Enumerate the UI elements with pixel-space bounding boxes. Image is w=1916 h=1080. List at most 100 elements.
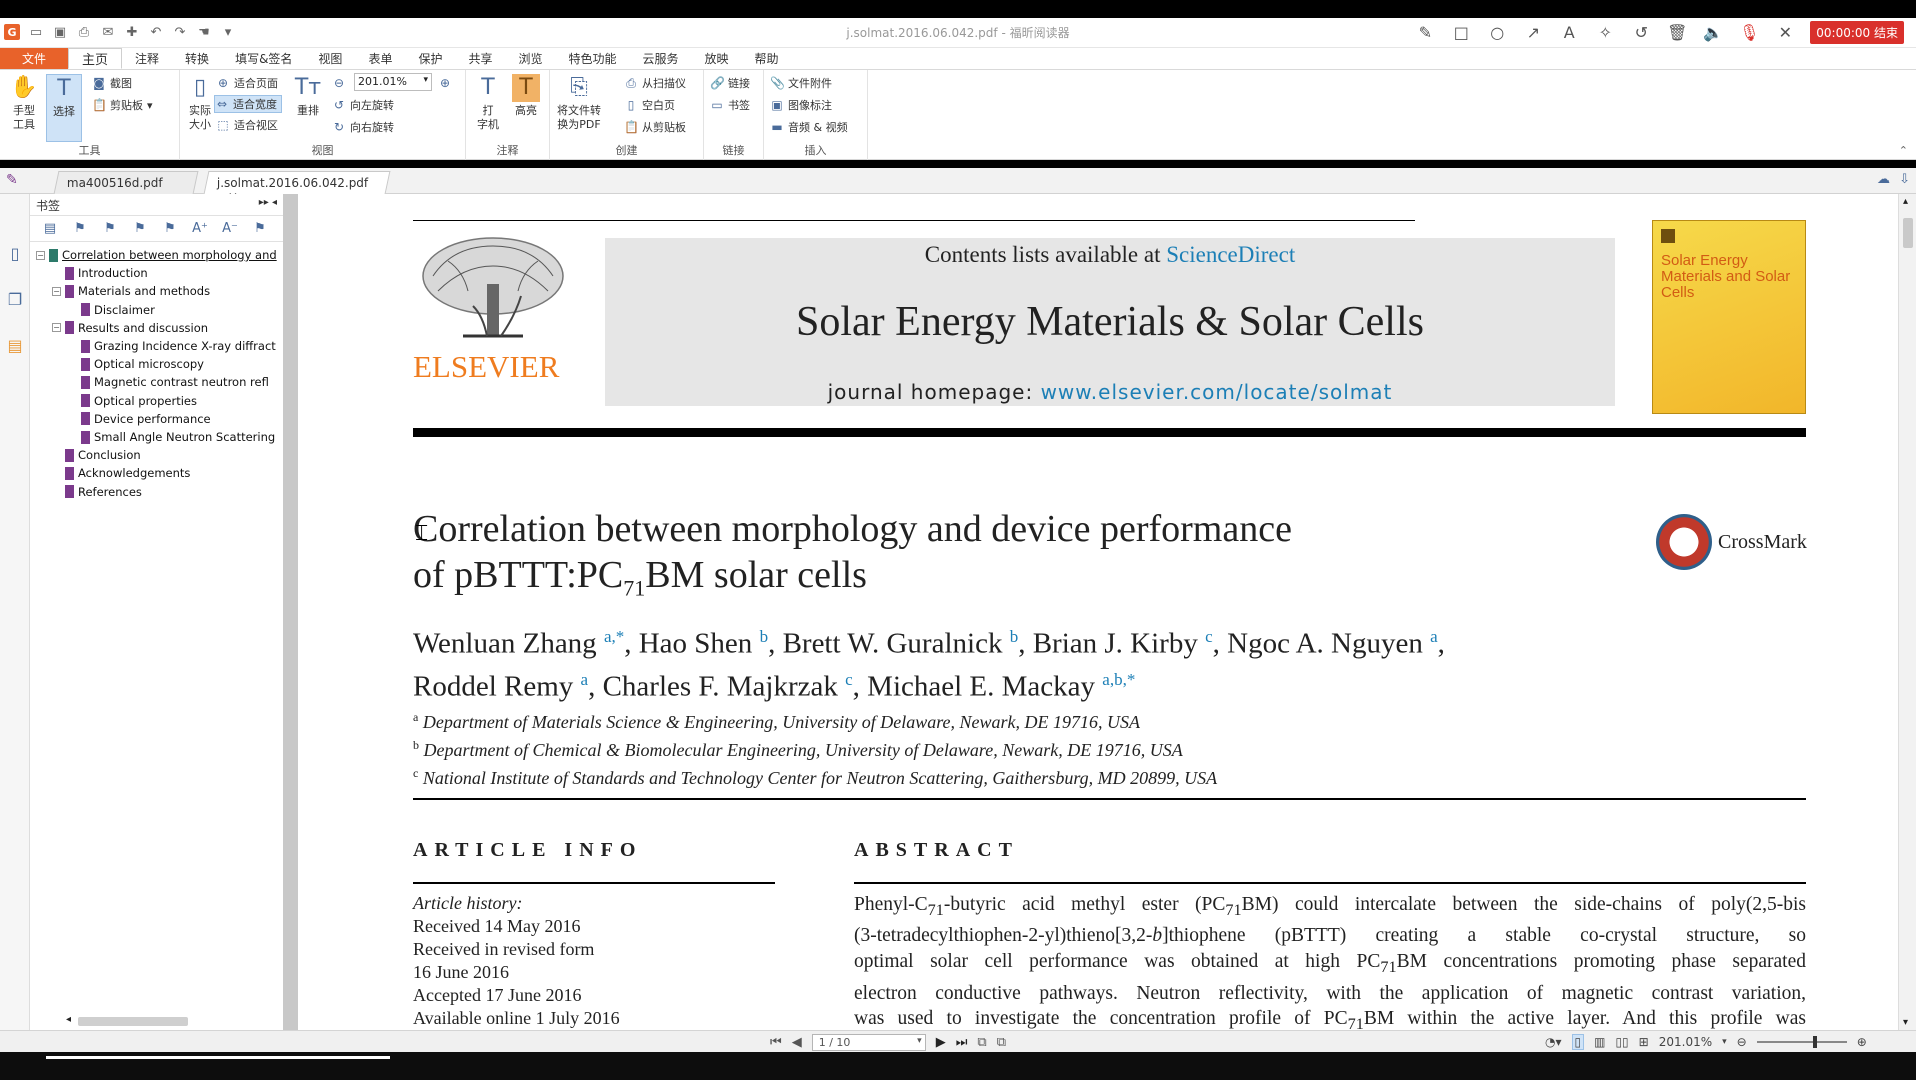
pencil-icon[interactable]: ✎ (1414, 22, 1436, 44)
bookmark-item[interactable]: Grazing Incidence X-ray diffract (68, 337, 278, 355)
bookmarks-panel-icon[interactable]: ▯ (6, 244, 24, 264)
page-dropdown-icon[interactable]: ▾ (917, 1036, 922, 1046)
zoom-dropdown-icon[interactable]: ▾ (423, 75, 428, 85)
expand-toggle-icon[interactable]: − (52, 286, 61, 296)
next-page-icon[interactable]: ▶ (936, 1035, 946, 1050)
bookmark-item[interactable]: Device performance (68, 410, 278, 428)
cloud-icon[interactable]: ☁ (1877, 172, 1890, 187)
bookmark-item[interactable]: Acknowledgements (52, 464, 278, 482)
page-number-input[interactable]: 1 / 10 ▾ (811, 1034, 926, 1051)
continuous-page-icon[interactable]: ▥ (1594, 1035, 1605, 1049)
decrease-text-icon[interactable]: A⁻ (222, 221, 238, 237)
magic-wand-icon[interactable]: ✧ (1594, 22, 1616, 44)
bookmark-item[interactable]: Optical microscopy (68, 355, 278, 373)
author-affiliation-mark[interactable]: c (845, 670, 853, 689)
tab-ma400516d[interactable]: ma400516d.pdf (53, 171, 199, 194)
bookmark-item[interactable]: Disclaimer (68, 301, 278, 319)
bookmark-options-icon[interactable]: ▤ (42, 221, 58, 237)
menu-item-11[interactable]: 云服务 (630, 48, 692, 69)
first-page-icon[interactable]: ⏮ (770, 1035, 782, 1050)
arrow-icon[interactable]: ↗ (1522, 22, 1544, 44)
delete-bookmark-icon[interactable]: ⚑ (132, 221, 148, 237)
bookmark-item[interactable]: Magnetic contrast neutron refl (68, 373, 278, 391)
bookmark-item[interactable]: Small Angle Neutron Scattering (68, 428, 278, 446)
comments-panel-icon[interactable]: ▤ (6, 336, 24, 356)
tab-menu-icon[interactable]: ✎ (6, 172, 18, 188)
rotate-left-button[interactable]: ↺ 向左旋转 (332, 96, 394, 114)
author-affiliation-mark[interactable]: a (1430, 627, 1438, 646)
from-scanner-button[interactable]: ⎙ 从扫描仪 (624, 74, 686, 92)
text-tool-icon[interactable]: A (1558, 22, 1580, 44)
scroll-down-icon[interactable]: ▾ (1903, 1017, 1908, 1028)
menu-item-0[interactable]: 文件 (0, 48, 69, 69)
bookmarks-hscrollbar[interactable]: ◂ ▸ (66, 1014, 306, 1028)
author-affiliation-mark[interactable]: a,b,* (1102, 670, 1135, 689)
tab-j-solmat[interactable]: j.solmat.2016.06.042.pdf✕ (203, 171, 391, 204)
rotate-right-button[interactable]: ↻ 向右旋转 (332, 118, 394, 136)
from-clipboard-button[interactable]: 📋 从剪贴板 (624, 118, 686, 136)
author-affiliation-mark[interactable]: b (1010, 627, 1019, 646)
typewriter-button[interactable]: T 打 字机 (470, 74, 506, 132)
zoom-in-icon[interactable]: ⊕ (1857, 1035, 1867, 1049)
speaker-icon[interactable]: 🔈 (1702, 22, 1724, 44)
author-affiliation-mark[interactable]: a (581, 670, 589, 689)
convert-to-pdf-button[interactable]: ⎘ 将文件转 换为PDF (554, 74, 604, 132)
collapse-ribbon-icon[interactable]: ⌃ (1899, 144, 1908, 157)
panel-controls-icon[interactable]: ▸▸ ◂ (259, 197, 277, 208)
mic-muted-icon[interactable]: 🎙 (1738, 22, 1760, 44)
bookmark-button[interactable]: ▭ 书签 (710, 96, 750, 114)
menu-item-6[interactable]: 表单 (355, 48, 405, 69)
facing-page-icon[interactable]: ▯▯ (1615, 1035, 1628, 1049)
clipboard-button[interactable]: 📋 剪贴板 ▾ (92, 96, 153, 114)
crossmark-badge[interactable]: CrossMark (1656, 514, 1807, 570)
zoom-out-icon[interactable]: ⊖ (1737, 1035, 1747, 1049)
menu-item-4[interactable]: 填写&签名 (222, 48, 305, 69)
blank-page-button[interactable]: ▯ 空白页 (624, 96, 675, 114)
menu-item-12[interactable]: 放映 (692, 48, 742, 69)
menu-item-10[interactable]: 特色功能 (556, 48, 630, 69)
bookmark-item[interactable]: Optical properties (68, 392, 278, 410)
author-affiliation-mark[interactable]: b (760, 627, 769, 646)
fit-page-button[interactable]: ⊕ 适合页面 (216, 74, 278, 92)
actual-size-button[interactable]: ▯ 实际 大小 (182, 74, 218, 132)
menu-item-3[interactable]: 转换 (172, 48, 222, 69)
expand-bookmark-icon[interactable]: ⚑ (162, 221, 178, 237)
prev-page-icon[interactable]: ◀ (792, 1035, 802, 1050)
panel-splitter[interactable] (284, 194, 298, 1030)
circle-icon[interactable]: ○ (1486, 22, 1508, 44)
image-annotation-button[interactable]: ▣ 图像标注 (770, 96, 832, 114)
fit-visible-button[interactable]: ⬚ 适合视区 (216, 116, 278, 134)
zoom-slider-knob[interactable] (1812, 1036, 1817, 1048)
expand-toggle-icon[interactable]: − (52, 323, 61, 333)
download-icon[interactable]: ⇩ (1899, 172, 1910, 187)
menu-item-13[interactable]: 帮助 (742, 48, 792, 69)
hand-tool-button[interactable]: ✋ 手型 工具 (6, 74, 42, 132)
last-page-icon[interactable]: ⏭ (956, 1035, 968, 1050)
menu-item-7[interactable]: 保护 (405, 48, 455, 69)
audio-video-button[interactable]: ▬ 音频 & 视频 (770, 118, 847, 136)
highlight-button[interactable]: T 高亮 (508, 74, 544, 118)
reflow-button[interactable]: Tт 重排 (290, 74, 326, 118)
find-bookmark-icon[interactable]: ⚑ (252, 221, 268, 237)
record-stop-button[interactable]: 00:00:00 结束 (1810, 21, 1904, 44)
pages-panel-icon[interactable]: ❐ (6, 290, 24, 310)
document-viewport[interactable]: ELSEVIER Contents lists available at Sci… (298, 194, 1898, 1030)
zoom-dropdown-icon[interactable]: ▾ (1722, 1037, 1727, 1047)
link-button[interactable]: 🔗 链接 (710, 74, 750, 92)
fit-width-button[interactable]: ⇔ 适合宽度 (214, 95, 282, 113)
screenshot-button[interactable]: ◙ 截图 (92, 74, 132, 92)
menu-item-5[interactable]: 视图 (305, 48, 355, 69)
file-attachment-button[interactable]: 📎 文件附件 (770, 74, 832, 92)
bookmark-item[interactable]: Introduction (52, 264, 278, 282)
trash-icon[interactable]: 🗑 (1666, 22, 1688, 44)
continuous-facing-icon[interactable]: ⊞ (1639, 1035, 1649, 1049)
bookmark-item[interactable]: − Results and discussion (52, 319, 278, 337)
author-affiliation-mark[interactable]: c (1205, 627, 1213, 646)
bookmark-item[interactable]: Conclusion (52, 446, 278, 464)
scrollbar-thumb[interactable] (78, 1017, 188, 1026)
scroll-up-icon[interactable]: ▴ (1903, 196, 1908, 207)
zoom-in-button[interactable]: ⊕ (438, 74, 452, 92)
menu-item-8[interactable]: 共享 (455, 48, 505, 69)
bookmark-item[interactable]: References (52, 483, 278, 501)
menu-item-9[interactable]: 浏览 (505, 48, 555, 69)
